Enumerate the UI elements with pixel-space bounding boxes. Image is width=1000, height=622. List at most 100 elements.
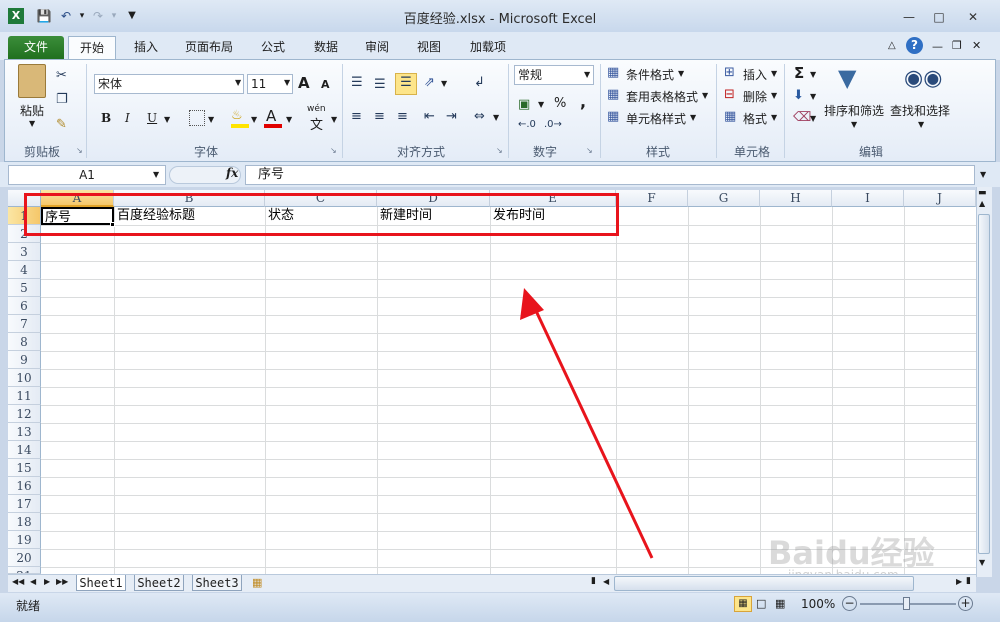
cut-icon[interactable]: ✂ (56, 67, 67, 85)
zoom-level[interactable]: 100% (801, 597, 835, 611)
font-color-button[interactable]: A (266, 107, 276, 125)
last-sheet-icon[interactable]: ▶▶ (56, 577, 68, 586)
split-handle-icon[interactable]: ▬ (978, 188, 987, 198)
row-header-9[interactable]: 9 (8, 351, 41, 369)
tab-page-layout[interactable]: 页面布局 (178, 36, 240, 60)
sort-dropdown-icon[interactable]: ▼ (851, 120, 857, 129)
tab-home[interactable]: 开始 (68, 36, 116, 60)
insert-cells-button[interactable]: 插入 (743, 66, 767, 83)
shrink-font-button[interactable]: A (321, 78, 330, 91)
orientation-icon[interactable]: ⇗ (424, 74, 435, 92)
sort-filter-button[interactable]: 排序和筛选 (824, 102, 884, 119)
increase-indent-icon[interactable]: ⇥ (446, 108, 457, 126)
tab-insert[interactable]: 插入 (126, 36, 166, 60)
collapse-ribbon-icon[interactable]: △ (888, 40, 896, 51)
sheet-tab-2[interactable]: Sheet2 (134, 575, 184, 591)
vertical-scroll-thumb[interactable] (978, 214, 990, 554)
orientation-dropdown-icon[interactable]: ▼ (441, 79, 447, 88)
copy-icon[interactable]: ❐ (56, 91, 68, 109)
sort-filter-icon[interactable]: ▼ (838, 64, 856, 92)
sheet-tab-3[interactable]: Sheet3 (192, 575, 242, 591)
align-top-icon[interactable]: ☰ (351, 74, 363, 92)
sheet-tab-1[interactable]: Sheet1 (76, 575, 126, 591)
decrease-indent-icon[interactable]: ⇤ (424, 108, 435, 126)
bold-button[interactable]: B (101, 111, 111, 125)
comma-button[interactable]: , (580, 92, 586, 111)
format-table-button[interactable]: 套用表格格式 (626, 88, 698, 105)
paste-icon[interactable] (18, 64, 46, 98)
grow-font-button[interactable]: A (298, 74, 310, 92)
column-header-j[interactable]: J (904, 190, 976, 207)
prev-sheet-icon[interactable]: ◀ (30, 577, 36, 586)
border-dropdown-icon[interactable]: ▼ (208, 115, 214, 124)
fill-color-icon[interactable]: ♨ (231, 107, 243, 125)
tab-formulas[interactable]: 公式 (253, 36, 293, 60)
row-header-3[interactable]: 3 (8, 243, 41, 261)
conditional-format-button[interactable]: 条件格式 (626, 66, 674, 83)
cell-styles-icon[interactable]: ▦ (607, 108, 619, 126)
insert-cells-icon[interactable]: ⊞ (724, 64, 735, 82)
scroll-down-icon[interactable]: ▼ (979, 558, 985, 567)
conditional-format-icon[interactable]: ▦ (607, 64, 619, 82)
underline-button[interactable]: U (147, 111, 157, 125)
format-dropdown-icon[interactable]: ▼ (771, 113, 777, 122)
column-header-f[interactable]: F (616, 190, 688, 207)
format-painter-icon[interactable]: ✎ (56, 116, 67, 134)
row-header-7[interactable]: 7 (8, 315, 41, 333)
next-sheet-icon[interactable]: ▶ (44, 577, 50, 586)
align-right-icon[interactable]: ≡ (397, 108, 408, 126)
column-header-h[interactable]: H (760, 190, 832, 207)
find-select-button[interactable]: 查找和选择 (890, 102, 950, 119)
name-box[interactable]: A1 (8, 165, 166, 185)
expand-formula-icon[interactable]: ▼ (980, 170, 986, 179)
format-table-icon[interactable]: ▦ (607, 86, 619, 104)
font-launcher-icon[interactable]: ↘ (330, 146, 337, 155)
page-break-view-icon[interactable]: ▦ (775, 597, 785, 610)
doc-close-icon[interactable]: ✕ (972, 39, 981, 52)
row-header-19[interactable]: 19 (8, 531, 41, 549)
minimize-icon[interactable]: — (896, 9, 922, 25)
insert-function-button[interactable]: fx (226, 166, 238, 180)
row-header-18[interactable]: 18 (8, 513, 41, 531)
merge-dropdown-icon[interactable]: ▼ (493, 113, 499, 122)
row-header-17[interactable]: 17 (8, 495, 41, 513)
autosum-button[interactable]: Σ (794, 64, 804, 82)
format-cells-icon[interactable]: ▦ (724, 108, 736, 126)
insert-dropdown-icon[interactable]: ▼ (771, 69, 777, 78)
fill-dropdown-icon[interactable]: ▼ (251, 115, 257, 124)
phonetic-label[interactable]: wén (307, 104, 326, 114)
row-header-11[interactable]: 11 (8, 387, 41, 405)
underline-dropdown-icon[interactable]: ▼ (164, 115, 170, 124)
fill-down-icon[interactable]: ⬇ (793, 87, 804, 105)
row-header-21[interactable]: 21 (8, 567, 41, 574)
worksheet-grid[interactable] (8, 190, 976, 574)
binoculars-icon[interactable]: ◉◉ (904, 66, 942, 92)
paste-dropdown-icon[interactable]: ▼ (29, 119, 35, 128)
wrap-text-icon[interactable]: ↲ (474, 74, 485, 92)
scroll-up-icon[interactable]: ▲ (979, 199, 985, 208)
row-header-10[interactable]: 10 (8, 369, 41, 387)
increase-decimal-icon[interactable]: ←.0 (518, 116, 536, 134)
number-launcher-icon[interactable]: ↘ (586, 146, 593, 155)
tab-data[interactable]: 数据 (306, 36, 346, 60)
phonetic-button[interactable]: 文 (310, 114, 323, 133)
format-table-dropdown-icon[interactable]: ▼ (702, 91, 708, 100)
paste-button[interactable]: 粘贴 (20, 102, 44, 119)
fill-dropdown-icon[interactable]: ▼ (810, 92, 816, 101)
row-header-6[interactable]: 6 (8, 297, 41, 315)
tab-review[interactable]: 审阅 (357, 36, 397, 60)
doc-minimize-icon[interactable]: — (932, 40, 943, 53)
help-icon[interactable]: ? (906, 37, 923, 54)
align-bottom-icon[interactable]: ☰ (395, 73, 417, 95)
column-header-i[interactable]: I (832, 190, 904, 207)
tab-addins[interactable]: 加载项 (462, 36, 514, 60)
doc-restore-icon[interactable]: ❐ (952, 39, 962, 52)
tab-file[interactable]: 文件 (8, 36, 64, 60)
row-header-20[interactable]: 20 (8, 549, 41, 567)
scroll-right-icon[interactable]: ▶ (956, 577, 962, 586)
number-format-dropdown-icon[interactable]: ▼ (584, 70, 590, 79)
font-name-dropdown-icon[interactable]: ▼ (235, 78, 241, 87)
maximize-icon[interactable]: □ (926, 9, 952, 25)
column-header-g[interactable]: G (688, 190, 760, 207)
align-center-icon[interactable]: ≡ (374, 108, 385, 126)
